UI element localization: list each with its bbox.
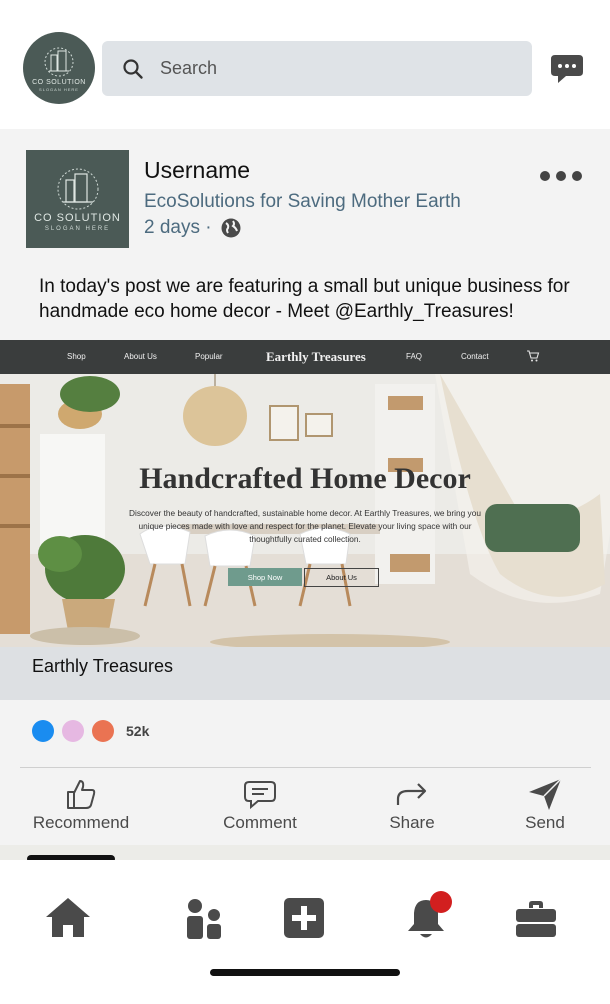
- comment-button[interactable]: Comment: [200, 777, 320, 833]
- reactions-summary[interactable]: 52k: [32, 720, 149, 742]
- site-brand[interactable]: Earthly Treasures: [266, 349, 366, 365]
- post-timestamp: 2 days ·: [144, 217, 242, 239]
- site-nav-popular[interactable]: Popular: [195, 352, 223, 361]
- search-icon: [123, 58, 143, 79]
- post-organization[interactable]: EcoSolutions for Saving Mother Earth: [144, 191, 461, 213]
- post-text: In today's post we are featuring a small…: [39, 276, 570, 322]
- logo-text: CO SOLUTION: [34, 212, 121, 224]
- share-arrow-icon: [396, 783, 427, 805]
- home-indicator: [210, 969, 400, 976]
- network-icon[interactable]: [184, 898, 224, 940]
- search-input[interactable]: [158, 57, 502, 80]
- hero-title: Handcrafted Home Decor: [139, 462, 471, 495]
- post-author-logo[interactable]: CO SOLUTION SLOGAN HERE: [26, 150, 129, 248]
- hero-description: Discover the beauty of handcrafted, sust…: [129, 508, 481, 544]
- logo-slogan: SLOGAN HERE: [44, 226, 111, 232]
- recommend-label: Recommend: [32, 813, 130, 832]
- celebrate-reaction-icon: [92, 720, 114, 742]
- site-nav-about[interactable]: About Us: [124, 352, 157, 361]
- chat-bubble-icon[interactable]: [549, 52, 585, 86]
- logo-slogan: SLOGAN HERE: [39, 86, 79, 92]
- home-icon[interactable]: [44, 895, 92, 939]
- divider: [20, 767, 591, 768]
- add-post-icon[interactable]: [283, 897, 325, 939]
- site-hero[interactable]: Handcrafted Home Decor Discover the beau…: [0, 374, 610, 647]
- eco-building-logo-icon: [57, 168, 98, 210]
- post-time: 2 days ·: [144, 217, 212, 238]
- site-nav-shop[interactable]: Shop: [67, 352, 86, 361]
- post-username[interactable]: Username: [144, 157, 250, 184]
- eco-building-logo-icon: [44, 47, 74, 76]
- recommend-button[interactable]: Recommend: [21, 777, 141, 833]
- comment-label: Comment: [223, 813, 297, 832]
- send-button[interactable]: Send: [485, 777, 605, 833]
- thumbs-up-icon: [67, 780, 96, 809]
- notification-badge: [430, 891, 452, 913]
- link-preview-title[interactable]: Earthly Treasures: [32, 656, 173, 677]
- like-reaction-icon: [32, 720, 54, 742]
- site-preview-nav: Shop About Us Popular Earthly Treasures …: [0, 340, 610, 374]
- share-button[interactable]: Share: [352, 777, 472, 833]
- cart-icon[interactable]: [526, 349, 540, 363]
- more-options-icon[interactable]: [540, 168, 584, 184]
- search-bar[interactable]: [102, 41, 532, 96]
- comment-icon: [244, 781, 276, 810]
- love-reaction-icon: [62, 720, 84, 742]
- send-icon: [529, 778, 562, 810]
- share-label: Share: [389, 813, 435, 832]
- shop-now-button[interactable]: Shop Now: [228, 568, 302, 586]
- site-nav-contact[interactable]: Contact: [461, 352, 489, 361]
- send-label: Send: [525, 813, 565, 832]
- profile-avatar[interactable]: CO SOLUTION SLOGAN HERE: [23, 32, 95, 104]
- jobs-icon[interactable]: [515, 900, 557, 938]
- globe-icon: [221, 218, 241, 238]
- site-nav-faq[interactable]: FAQ: [406, 352, 422, 361]
- about-us-button[interactable]: About Us: [304, 568, 379, 587]
- logo-text: CO SOLUTION: [32, 78, 86, 86]
- reaction-count: 52k: [126, 723, 150, 739]
